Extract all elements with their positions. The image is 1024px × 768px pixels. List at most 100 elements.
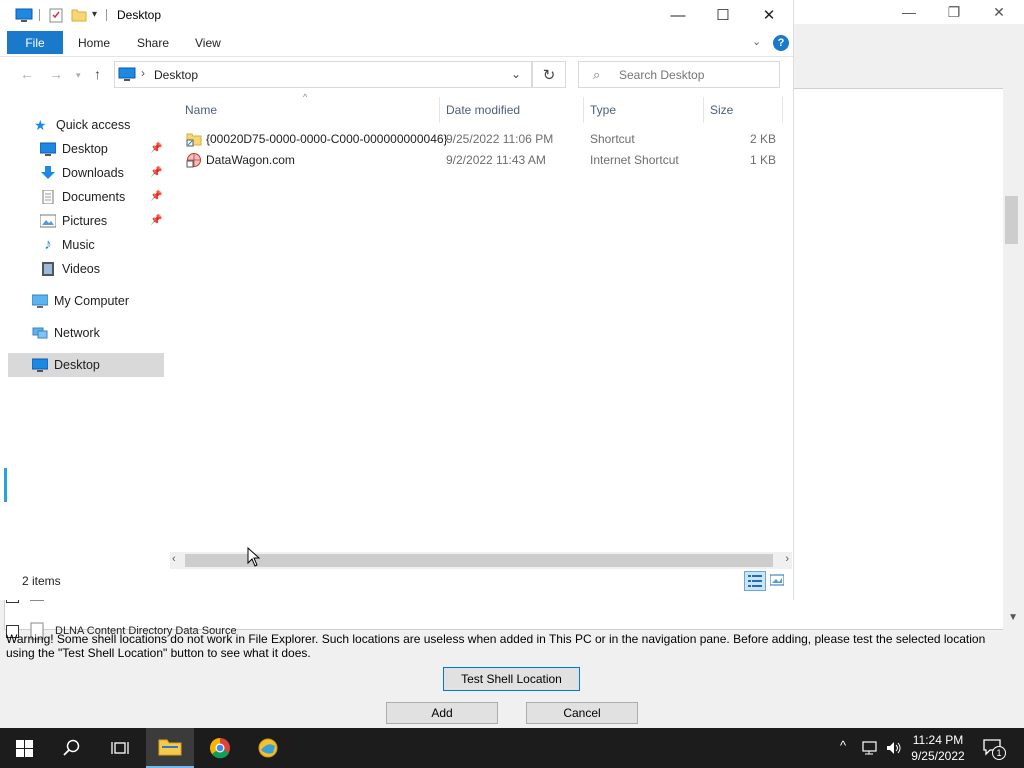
file-type: Shortcut — [590, 132, 635, 146]
help-icon[interactable]: ? — [773, 35, 789, 51]
new-folder-icon[interactable] — [71, 7, 87, 23]
download-arrow-icon — [41, 166, 55, 179]
desktop-icon — [32, 358, 48, 372]
column-divider[interactable] — [583, 97, 584, 123]
documents-icon — [42, 190, 54, 204]
pin-icon[interactable]: 📌 — [150, 215, 162, 226]
address-bar[interactable]: › Desktop ⌄ — [114, 61, 532, 88]
warning-text: Warning! Some shell locations do not wor… — [6, 632, 986, 660]
address-dropdown-icon[interactable]: ⌄ — [511, 67, 521, 81]
taskbar-file-explorer[interactable] — [146, 728, 194, 768]
search-input[interactable] — [617, 65, 771, 85]
scrollbar-thumb[interactable] — [1005, 196, 1018, 244]
test-shell-location-button[interactable]: Test Shell Location — [443, 667, 580, 691]
status-item-count: 2 items — [22, 574, 61, 588]
file-date: 9/2/2022 11:43 AM — [446, 153, 546, 167]
file-name: {00020D75-0000-0000-C000-000000000046} — [206, 132, 448, 146]
column-header-date[interactable]: Date modified — [446, 100, 520, 120]
breadcrumb-chevron-icon[interactable]: › — [141, 66, 145, 80]
network-icon — [32, 327, 48, 339]
taskbar-app[interactable] — [244, 728, 292, 768]
tab-share[interactable]: Share — [137, 31, 169, 54]
add-button[interactable]: Add — [386, 702, 498, 724]
recent-locations-icon[interactable]: ▾ — [76, 70, 81, 81]
nav-network[interactable]: Network — [8, 321, 164, 345]
star-icon: ★ — [34, 117, 47, 133]
minimize-button[interactable]: — — [655, 0, 701, 30]
dialog-restore-button[interactable]: ❐ — [931, 0, 977, 24]
customize-quick-access-icon[interactable]: ▾ — [92, 9, 97, 20]
network-status-icon[interactable] — [862, 740, 880, 756]
column-header-size[interactable]: Size — [710, 100, 733, 120]
pin-icon[interactable]: 📌 — [150, 191, 162, 202]
tab-view[interactable]: View — [195, 31, 221, 54]
table-row[interactable]: DataWagon.com 9/2/2022 11:43 AM Internet… — [184, 150, 782, 170]
expand-ribbon-icon[interactable]: ⌄ — [752, 35, 761, 48]
pin-icon[interactable]: 📌 — [150, 167, 162, 178]
pictures-icon — [40, 214, 56, 228]
close-button[interactable]: ✕ — [746, 0, 792, 30]
details-view-icon — [748, 575, 762, 587]
shortcut-folder-icon — [186, 133, 202, 147]
cancel-button[interactable]: Cancel — [526, 702, 638, 724]
column-header-type[interactable]: Type — [590, 100, 616, 120]
dialog-minimize-button[interactable]: — — [886, 0, 932, 24]
nav-item-music[interactable]: ♪ Music — [8, 233, 164, 257]
tab-home[interactable]: Home — [78, 31, 110, 54]
nav-item-videos[interactable]: Videos — [8, 257, 164, 281]
clock-time: 11:24 PM — [912, 733, 964, 747]
globe-app-icon — [258, 738, 278, 758]
task-view-icon — [111, 742, 129, 754]
nav-quick-access[interactable]: ★ Quick access — [8, 113, 164, 137]
nav-desktop-selected[interactable]: Desktop — [8, 353, 164, 377]
large-icons-view-icon[interactable] — [770, 573, 784, 587]
shell-list-scrollbar[interactable] — [1003, 88, 1020, 630]
nav-item-documents[interactable]: Documents 📌 — [8, 185, 164, 209]
nav-label: Network — [54, 326, 100, 340]
column-divider[interactable] — [703, 97, 704, 123]
up-arrow-icon[interactable]: ↑ — [94, 66, 101, 82]
horizontal-scrollbar[interactable]: ‹ › — [170, 552, 792, 569]
windows-logo-icon — [15, 739, 33, 757]
folder-icon — [158, 739, 182, 756]
scrollbar-thumb[interactable] — [185, 554, 773, 567]
back-arrow-icon[interactable]: ← — [20, 66, 34, 82]
ribbon — [0, 30, 793, 57]
action-center-button[interactable]: 1 — [982, 738, 1006, 760]
desktop-icon — [15, 8, 33, 22]
search-button[interactable] — [48, 728, 96, 768]
table-row[interactable]: {00020D75-0000-0000-C000-000000000046} 9… — [184, 129, 782, 149]
column-header-name[interactable]: Name — [185, 100, 217, 120]
show-hidden-icons-chevron-icon[interactable]: ^ — [840, 738, 846, 753]
pin-icon[interactable]: 📌 — [150, 143, 162, 154]
column-divider[interactable] — [782, 97, 783, 123]
details-view-button[interactable] — [744, 571, 766, 591]
nav-label: Downloads — [62, 166, 124, 180]
system-clock[interactable]: 11:24 PM 9/25/2022 — [898, 732, 978, 764]
nav-label: Desktop — [62, 142, 108, 156]
scroll-left-arrow-icon[interactable]: ‹ — [172, 553, 176, 565]
refresh-button[interactable]: ↻ — [532, 61, 566, 88]
file-size: 1 KB — [749, 153, 776, 167]
window-title: Desktop — [117, 8, 162, 22]
nav-label: Pictures — [62, 214, 108, 228]
properties-icon[interactable] — [48, 7, 64, 23]
scroll-right-arrow-icon[interactable]: › — [785, 553, 789, 565]
breadcrumb-location[interactable]: Desktop — [154, 68, 198, 82]
nav-my-computer[interactable]: My Computer — [8, 289, 164, 313]
scroll-down-arrow[interactable]: ▼ — [1008, 612, 1018, 623]
taskbar-chrome[interactable] — [196, 728, 244, 768]
music-note-icon: ♪ — [44, 236, 52, 253]
nav-item-desktop[interactable]: Desktop 📌 — [8, 137, 164, 161]
start-button[interactable] — [0, 728, 48, 768]
task-view-button[interactable] — [96, 728, 144, 768]
dialog-close-button[interactable]: ✕ — [976, 0, 1022, 24]
maximize-button[interactable]: ☐ — [700, 0, 746, 30]
column-divider[interactable] — [439, 97, 440, 123]
search-box[interactable]: ⌕ — [578, 61, 780, 88]
nav-item-downloads[interactable]: Downloads 📌 — [8, 161, 164, 185]
search-icon — [63, 739, 80, 756]
tab-file[interactable]: File — [7, 31, 63, 54]
forward-arrow-icon[interactable]: → — [49, 66, 63, 82]
nav-item-pictures[interactable]: Pictures 📌 — [8, 209, 164, 233]
